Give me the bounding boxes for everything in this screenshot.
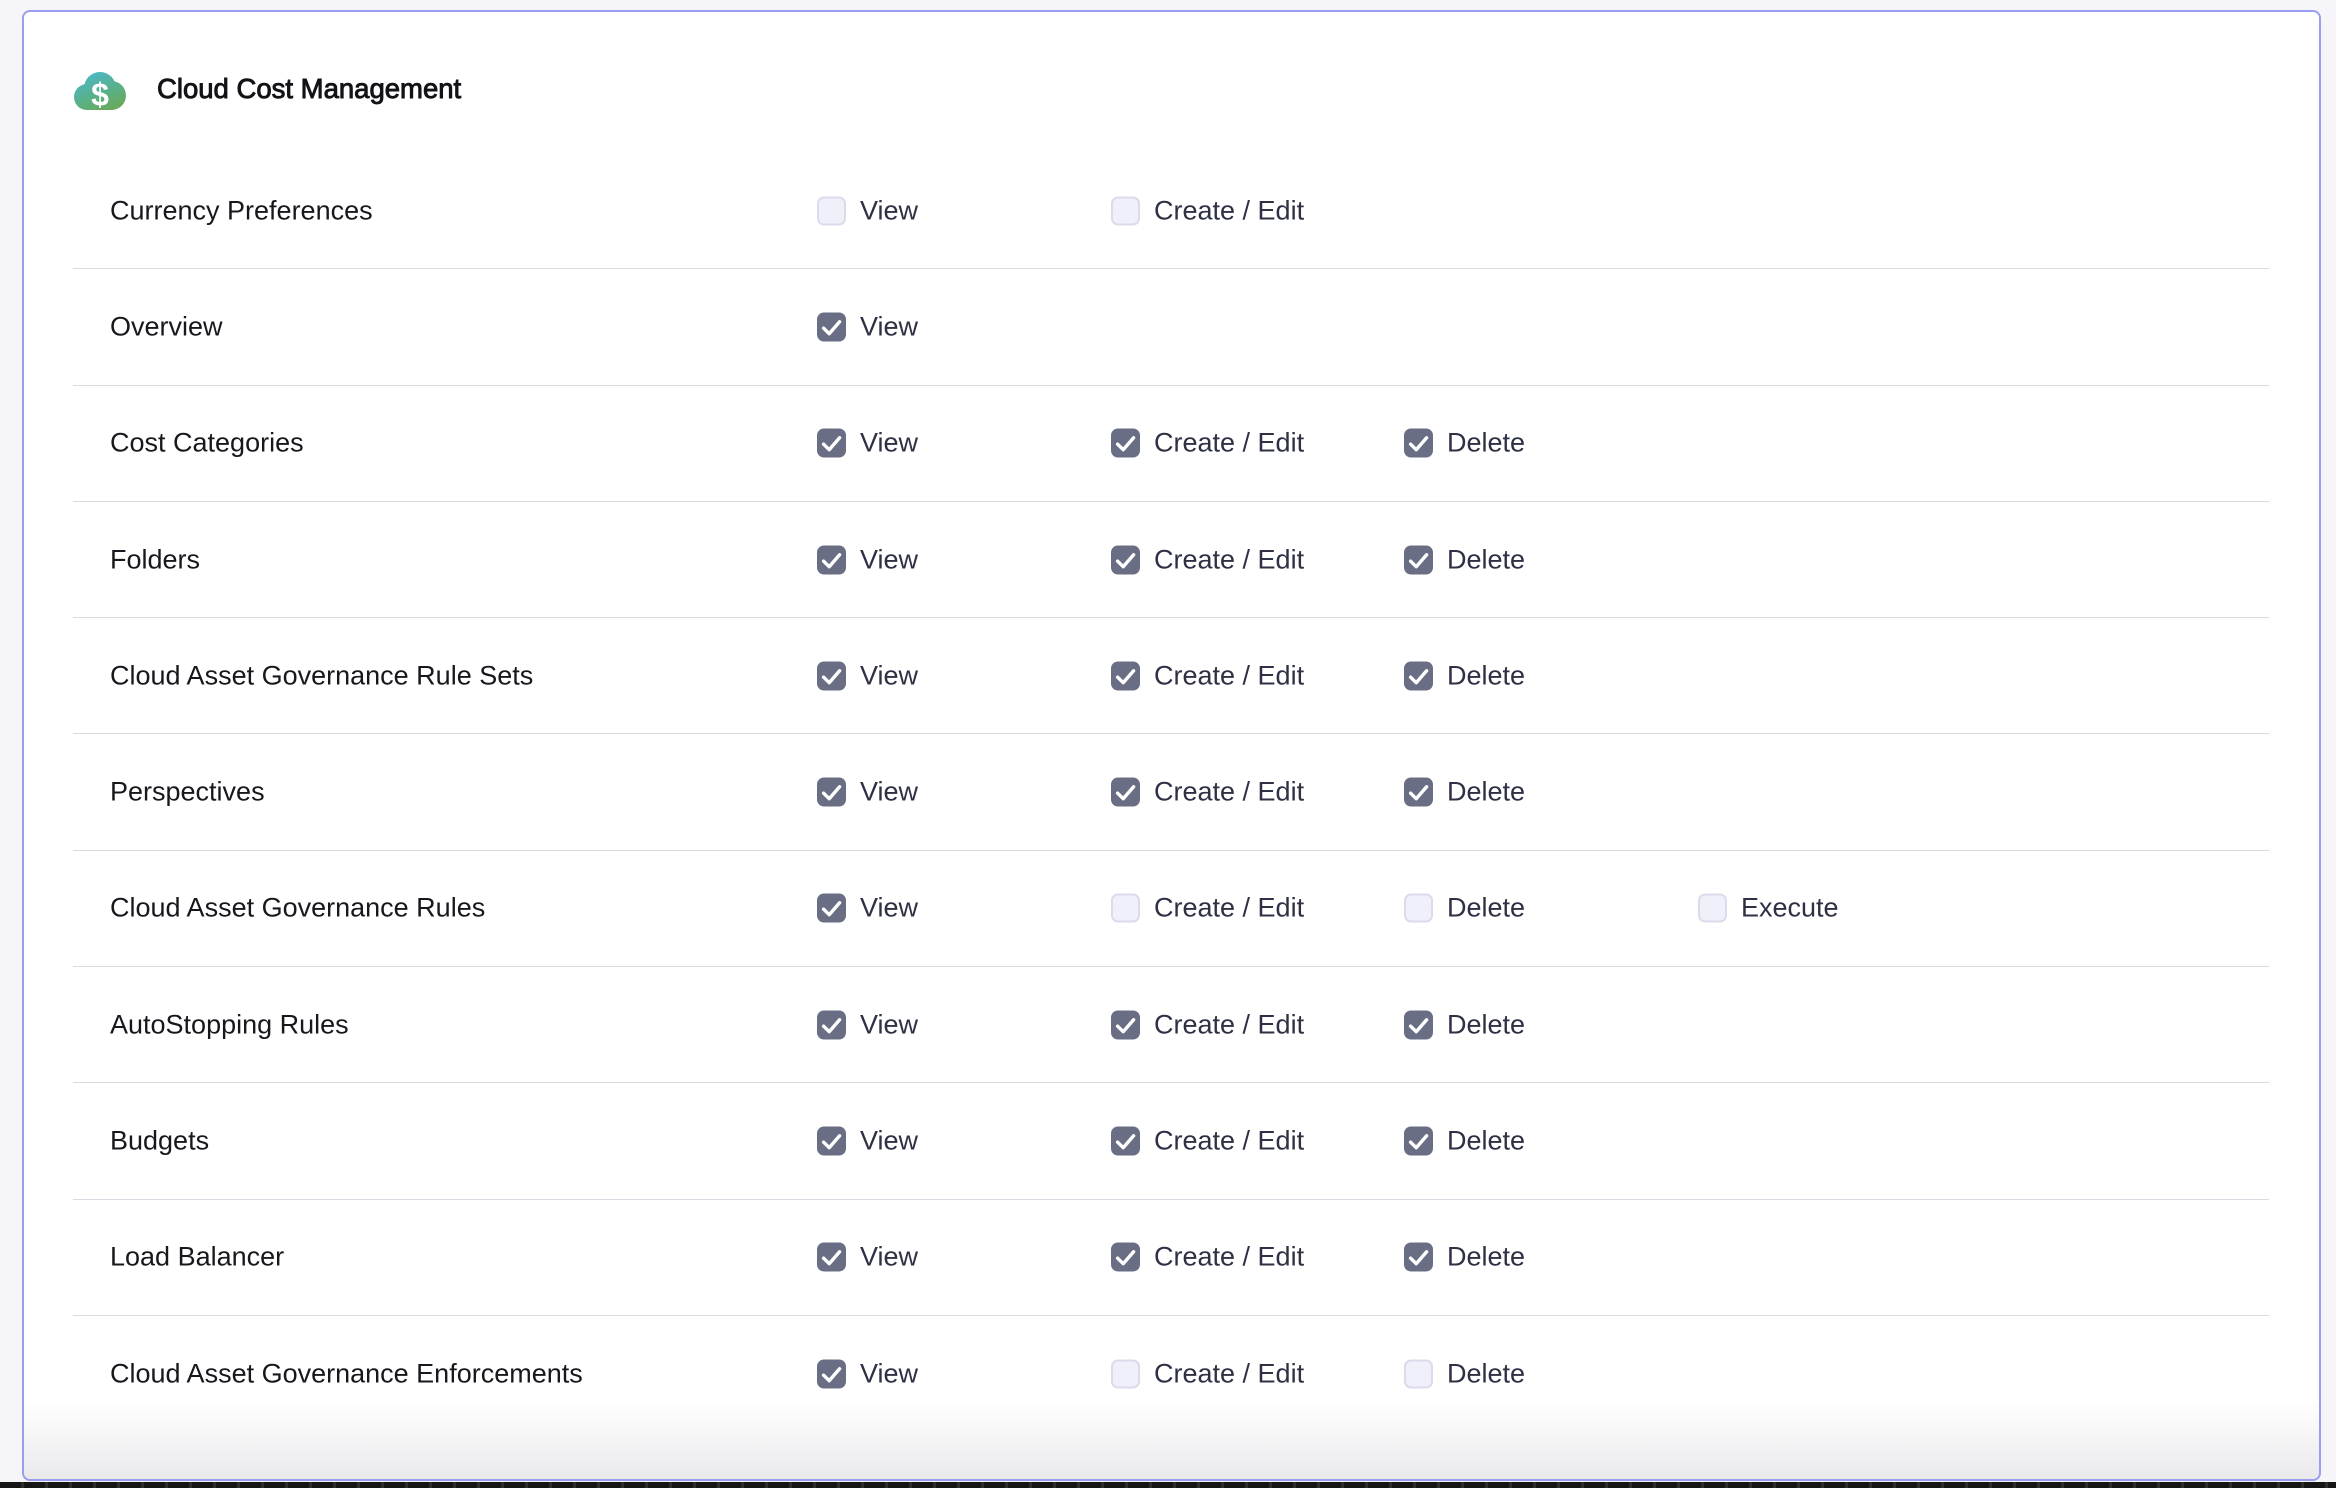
svg-text:$: $ — [91, 77, 109, 111]
